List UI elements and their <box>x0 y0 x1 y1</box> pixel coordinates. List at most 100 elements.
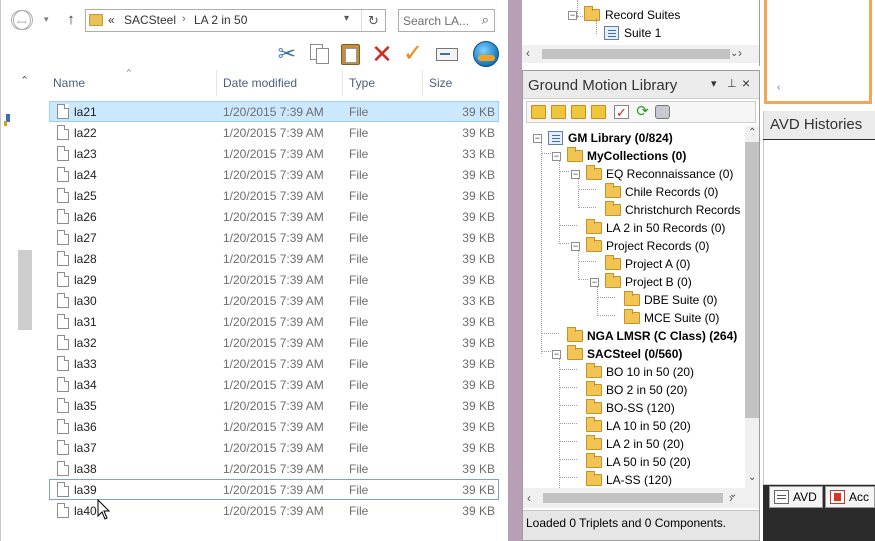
cut-icon[interactable]: ✂ <box>275 42 299 66</box>
refresh-icon[interactable]: ↻ <box>361 10 385 31</box>
address-dropdown-chevron-icon[interactable]: ▾ <box>344 13 349 24</box>
collapse-toggle-icon[interactable]: − <box>552 350 561 359</box>
breadcrumb-segment-sacsteel[interactable]: SACSteel <box>124 13 176 27</box>
scrollbar-thumb[interactable] <box>543 493 723 503</box>
nav-pane-collapse-chevron-icon[interactable]: ⌃ <box>20 74 29 87</box>
pin-icon[interactable]: ⊥ <box>727 77 737 90</box>
select-check-icon[interactable]: ✓ <box>614 105 629 120</box>
file-row[interactable]: la35 1/20/2015 7:39 AM File 39 KB <box>49 395 499 416</box>
scroll-left-icon[interactable]: ‹ <box>777 82 780 93</box>
library-tree-horizontal-scrollbar[interactable]: ‹ › ⌄ <box>523 488 759 508</box>
import-folder-icon[interactable] <box>551 105 566 119</box>
scrollbar-thumb[interactable] <box>542 49 730 59</box>
breadcrumb-separator-icon[interactable]: › <box>182 13 186 25</box>
column-header-type[interactable]: Type <box>349 76 375 90</box>
panel-titlebar[interactable]: Ground Motion Library ▾ ⊥ × <box>523 71 759 99</box>
scroll-right-icon[interactable]: › <box>738 46 742 60</box>
scroll-left-icon[interactable]: ‹ <box>526 46 530 60</box>
copy-icon[interactable] <box>307 42 331 66</box>
file-row[interactable]: la30 1/20/2015 7:39 AM File 33 KB <box>49 290 499 311</box>
rename-icon[interactable] <box>435 42 459 66</box>
tree-node[interactable]: BO 2 in 50 (20) <box>571 381 745 400</box>
file-row[interactable]: la39 1/20/2015 7:39 AM File 39 KB <box>49 479 499 500</box>
tree-node[interactable]: − SACSteel (0/560) <box>552 345 745 364</box>
file-row[interactable]: la33 1/20/2015 7:39 AM File 39 KB <box>49 353 499 374</box>
file-row[interactable]: la31 1/20/2015 7:39 AM File 39 KB <box>49 311 499 332</box>
refresh-icon[interactable]: ⟳ <box>635 104 650 119</box>
collapse-toggle-icon[interactable]: − <box>552 152 561 161</box>
file-row[interactable]: la25 1/20/2015 7:39 AM File 39 KB <box>49 185 499 206</box>
scroll-down-icon[interactable]: ⌄ <box>729 489 737 500</box>
tree-node[interactable]: − Project B (0) <box>590 273 745 292</box>
tree-node[interactable]: BO 10 in 50 (20) <box>571 363 745 382</box>
file-row[interactable]: la40 1/20/2015 7:39 AM File 39 KB <box>49 500 499 521</box>
delete-icon[interactable]: ✕ <box>370 41 394 67</box>
new-folder-icon[interactable] <box>531 105 546 119</box>
file-row[interactable]: la27 1/20/2015 7:39 AM File 39 KB <box>49 227 499 248</box>
tree-node[interactable]: LA 10 in 50 (20) <box>571 417 745 436</box>
file-row[interactable]: la26 1/20/2015 7:39 AM File 39 KB <box>49 206 499 227</box>
tree-node[interactable]: LA 2 in 50 (20) <box>571 435 745 454</box>
checkmark-icon[interactable]: ✓ <box>401 42 425 66</box>
tree-node[interactable]: Christchurch Records <box>590 201 745 220</box>
search-field[interactable]: ⌕ <box>398 9 495 32</box>
file-row[interactable]: la21 1/20/2015 7:39 AM File 39 KB <box>49 101 499 122</box>
tab-acc[interactable]: Acc <box>825 486 875 508</box>
collapse-toggle-icon[interactable]: − <box>568 11 577 20</box>
close-icon[interactable]: × <box>742 75 750 91</box>
tree-node[interactable]: DBE Suite (0) <box>609 291 745 310</box>
scroll-down-icon[interactable]: ⌄ <box>748 472 756 483</box>
collapse-toggle-icon[interactable]: − <box>571 170 580 179</box>
upper-tree-horizontal-scrollbar[interactable]: ‹ › <box>522 45 759 63</box>
scroll-up-icon[interactable]: ⌃ <box>748 127 756 138</box>
scroll-down-icon[interactable]: ⌄ <box>730 48 738 59</box>
database-icon[interactable] <box>655 105 670 119</box>
file-row[interactable]: la36 1/20/2015 7:39 AM File 39 KB <box>49 416 499 437</box>
tree-node[interactable]: LA 50 in 50 (20) <box>571 453 745 472</box>
tree-node[interactable]: − Project Records (0) <box>571 237 745 256</box>
window-divider[interactable] <box>508 0 522 541</box>
tree-node-suite-1[interactable]: Suite 1 <box>604 25 744 43</box>
library-tree-vertical-scrollbar[interactable]: ⌃ ⌄ <box>745 126 759 488</box>
file-row[interactable]: la34 1/20/2015 7:39 AM File 39 KB <box>49 374 499 395</box>
nav-pane-scrollbar-thumb[interactable] <box>18 250 32 330</box>
tree-node[interactable]: MCE Suite (0) <box>609 309 745 328</box>
delete-folder-icon[interactable] <box>591 105 606 119</box>
column-header-name[interactable]: Name <box>53 76 85 90</box>
column-divider[interactable] <box>216 70 217 96</box>
search-icon[interactable]: ⌕ <box>482 12 489 28</box>
file-row[interactable]: la38 1/20/2015 7:39 AM File 39 KB <box>49 458 499 479</box>
file-row[interactable]: la29 1/20/2015 7:39 AM File 39 KB <box>49 269 499 290</box>
tree-node[interactable]: − MyCollections (0) <box>552 147 745 166</box>
panel-menu-dropdown-icon[interactable]: ▾ <box>711 77 717 90</box>
search-input[interactable] <box>403 12 471 29</box>
file-list-scrollbar[interactable] <box>499 70 508 541</box>
tree-node[interactable]: BO-SS (120) <box>571 399 745 418</box>
tree-node[interactable]: NGA LMSR (C Class) (264) <box>552 327 745 346</box>
collapse-toggle-icon[interactable]: − <box>533 134 542 143</box>
tree-node[interactable]: LA 2 in 50 Records (0) <box>571 219 745 238</box>
file-row[interactable]: la32 1/20/2015 7:39 AM File 39 KB <box>49 332 499 353</box>
tree-node[interactable]: Chile Records (0) <box>590 183 745 202</box>
tab-avd[interactable]: AVD <box>769 486 823 508</box>
file-row[interactable]: la24 1/20/2015 7:39 AM File 39 KB <box>49 164 499 185</box>
file-row[interactable]: la28 1/20/2015 7:39 AM File 39 KB <box>49 248 499 269</box>
forward-button[interactable]: → <box>13 10 33 30</box>
scroll-left-icon[interactable]: ‹ <box>527 491 531 505</box>
tree-node[interactable]: Project A (0) <box>590 255 745 274</box>
file-row[interactable]: la22 1/20/2015 7:39 AM File 39 KB <box>49 122 499 143</box>
globe-icon[interactable] <box>473 41 499 67</box>
tree-node[interactable]: − GM Library (0/824) <box>533 130 745 148</box>
tree-node-record-suites[interactable]: − Record Suites <box>568 6 748 25</box>
up-one-level-button[interactable]: ↑ <box>61 10 81 30</box>
recent-locations-chevron-icon[interactable]: ▾ <box>44 14 49 25</box>
panel-titlebar[interactable]: AVD Histories <box>763 111 875 139</box>
column-header-size[interactable]: Size <box>429 76 452 90</box>
breadcrumb-segment-current[interactable]: LA 2 in 50 <box>194 13 247 27</box>
collapse-toggle-icon[interactable]: − <box>590 278 599 287</box>
column-divider[interactable] <box>422 70 423 96</box>
add-records-icon[interactable] <box>571 105 586 119</box>
tree-node[interactable]: − EQ Reconnaissance (0) <box>571 165 745 184</box>
column-divider[interactable] <box>342 70 343 96</box>
file-row[interactable]: la23 1/20/2015 7:39 AM File 33 KB <box>49 143 499 164</box>
